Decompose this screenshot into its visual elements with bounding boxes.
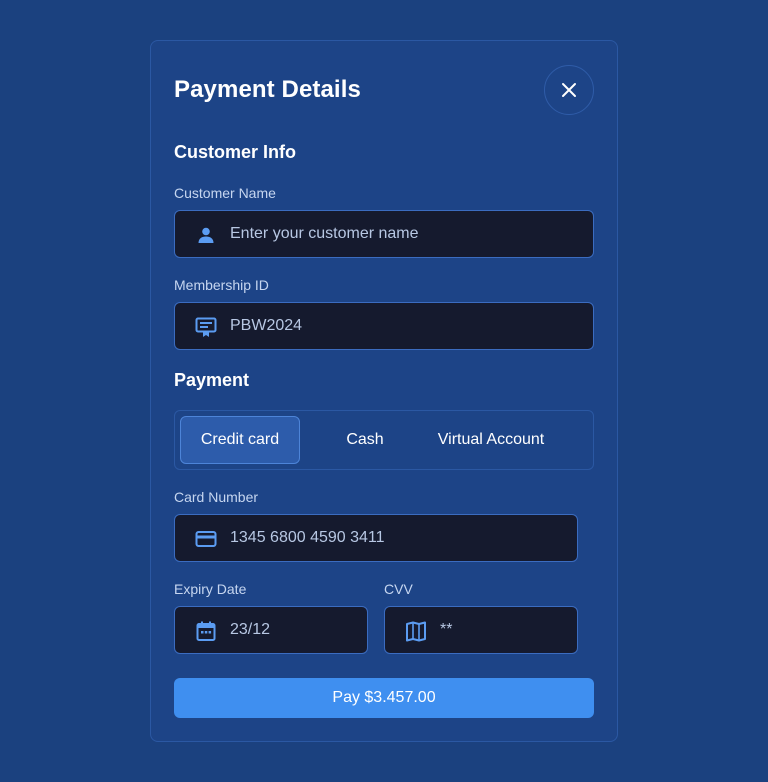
expiry-date-field[interactable]	[174, 606, 368, 654]
calendar-icon	[195, 620, 217, 642]
payment-method-tabs: Credit card Cash Virtual Account	[174, 410, 594, 470]
close-button[interactable]	[544, 65, 594, 115]
security-code-icon	[405, 620, 427, 642]
user-icon	[195, 224, 217, 246]
membership-id-label: Membership ID	[174, 277, 269, 293]
card-number-label: Card Number	[174, 489, 259, 505]
membership-id-field[interactable]	[174, 302, 594, 350]
credit-card-icon	[195, 528, 217, 550]
cvv-label: CVV	[384, 581, 413, 597]
tab-credit-card[interactable]: Credit card	[180, 416, 300, 464]
card-number-field[interactable]	[174, 514, 578, 562]
cvv-input[interactable]	[440, 607, 562, 653]
close-icon	[562, 83, 576, 97]
expiry-date-label: Expiry Date	[174, 581, 247, 597]
expiry-date-input[interactable]	[230, 607, 352, 653]
cvv-field[interactable]	[384, 606, 578, 654]
pay-button[interactable]: Pay $3.457.00	[174, 678, 594, 718]
payment-details-modal: Payment Details Customer Info Customer N…	[150, 40, 618, 742]
customer-name-label: Customer Name	[174, 185, 276, 201]
membership-card-icon	[195, 316, 217, 338]
customer-name-input[interactable]	[230, 211, 578, 257]
tab-cash[interactable]: Cash	[305, 416, 425, 464]
payment-heading: Payment	[174, 370, 250, 390]
membership-id-input[interactable]	[230, 303, 578, 349]
customer-info-heading: Customer Info	[174, 142, 297, 162]
customer-name-field[interactable]	[174, 210, 594, 258]
modal-title: Payment Details	[174, 76, 361, 103]
tab-virtual-account[interactable]: Virtual Account	[425, 416, 557, 464]
card-number-input[interactable]	[230, 515, 562, 561]
